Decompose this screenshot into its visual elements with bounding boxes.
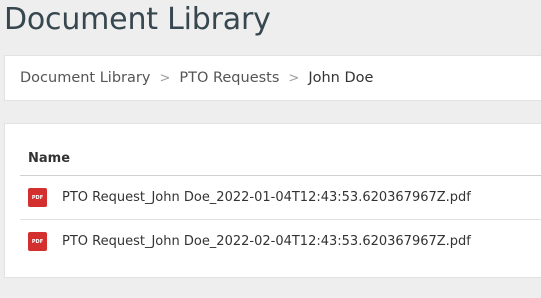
breadcrumb-separator: > <box>159 70 171 86</box>
breadcrumb-item-document-library[interactable]: Document Library <box>20 70 150 86</box>
breadcrumb: Document Library > PTO Requests > John D… <box>4 55 541 101</box>
file-row[interactable]: PDF PTO Request_John Doe_2022-01-04T12:4… <box>20 176 541 220</box>
breadcrumb-item-current: John Doe <box>308 70 374 86</box>
document-table-body: Name PDF PTO Request_John Doe_2022-01-04… <box>20 142 541 263</box>
document-table: Name PDF PTO Request_John Doe_2022-01-04… <box>4 123 541 278</box>
file-row[interactable]: PDF PTO Request_John Doe_2022-02-04T12:4… <box>20 220 541 263</box>
pdf-file-icon: PDF <box>28 232 47 251</box>
breadcrumb-separator: > <box>288 70 300 86</box>
file-name[interactable]: PTO Request_John Doe_2022-01-04T12:43:53… <box>62 190 471 205</box>
file-name[interactable]: PTO Request_John Doe_2022-02-04T12:43:53… <box>62 234 471 249</box>
pdf-file-icon: PDF <box>28 188 47 207</box>
breadcrumb-item-pto-requests[interactable]: PTO Requests <box>179 70 279 86</box>
column-header-name[interactable]: Name <box>20 142 541 176</box>
page-title: Document Library <box>4 2 271 37</box>
